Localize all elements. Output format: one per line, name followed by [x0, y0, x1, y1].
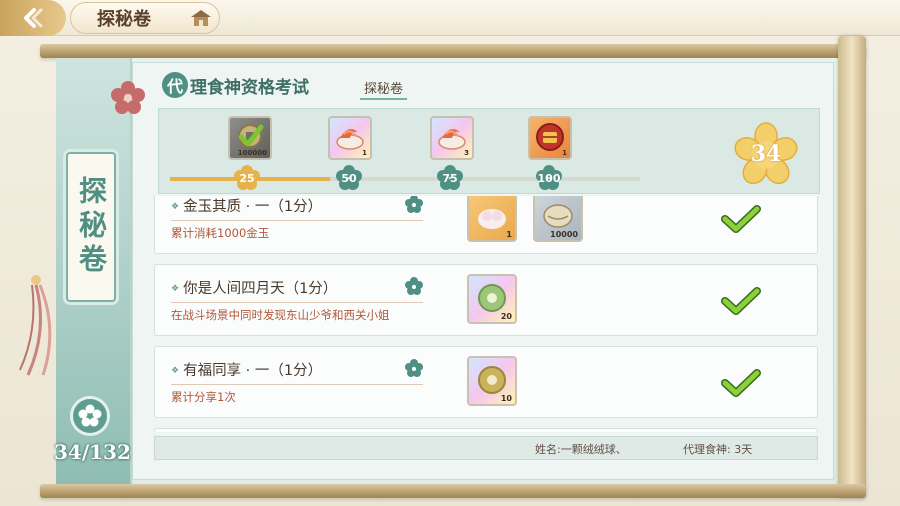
milestone-value: 25: [239, 171, 255, 185]
reward-qty: 10000: [550, 230, 578, 239]
task-name: 有福同享 · 一（1分）: [171, 359, 322, 380]
task-desc: 在战斗场景中同时发现东山少爷和西关小姐: [171, 308, 390, 322]
task-row: 你是人间四月天（1分） 在战斗场景中同时发现东山少爷和西关小姐 20: [154, 264, 818, 336]
milestone-marker: 100: [536, 165, 562, 191]
task-divider: [171, 384, 423, 385]
task-desc: 累计分享1次: [171, 390, 236, 404]
milestone-value: 75: [442, 171, 458, 185]
task-row: [154, 428, 818, 432]
plum-flower-icon: [110, 80, 146, 120]
scroll-bottom-rod: [40, 484, 866, 498]
task-divider: [171, 302, 423, 303]
milestone-marker: 25: [234, 165, 260, 191]
reward-coin-icon[interactable]: 100000: [228, 116, 272, 160]
task-flower-icon: [405, 277, 423, 295]
task-name: 你是人间四月天（1分）: [171, 277, 337, 298]
exam-badge: 代: [162, 72, 188, 98]
reward-qty: 10: [500, 394, 512, 403]
task-desc: 累计消耗1000金玉: [171, 226, 270, 240]
page-title-text: 探秘卷: [97, 9, 151, 30]
reward-qty: 20: [500, 312, 512, 321]
top-bar: 探秘卷: [0, 0, 900, 36]
check-icon: [721, 369, 761, 397]
reward-bun-icon[interactable]: 1: [467, 196, 517, 242]
task-list[interactable]: 金玉其质 · 一（1分） 累计消耗1000金玉 1 10000 你是人间四月天（…: [154, 196, 818, 432]
footer-bar: 姓名:一颗绒绒球、 代理食神: 3天: [154, 436, 818, 460]
score-badge: 34: [734, 122, 798, 186]
back-arrow-icon: [24, 8, 43, 28]
collection-progress: 34/132: [54, 440, 131, 464]
scroll-top-rod: [40, 44, 866, 58]
banner-emblem-icon: [70, 396, 110, 436]
reward-qty: 1: [506, 230, 512, 239]
reward-dish-icon[interactable]: 3: [430, 116, 474, 160]
reward-jade-ring-icon[interactable]: 10: [467, 356, 517, 406]
reward-qty: 1: [562, 149, 567, 157]
reward-qty: 1: [362, 149, 367, 157]
agent-days: 代理食神: 3天: [683, 443, 753, 456]
check-icon: [721, 205, 761, 233]
reward-qty: 3: [464, 149, 469, 157]
home-icon[interactable]: [190, 9, 212, 31]
milestone-value: 50: [341, 171, 357, 185]
exam-title: 代 理食神资格考试: [162, 72, 309, 98]
reward-chest-icon[interactable]: 1: [528, 116, 572, 160]
player-name: 姓名:一颗绒绒球、: [535, 443, 627, 456]
reward-dish-icon[interactable]: 1: [328, 116, 372, 160]
banner-label: 探秘卷: [66, 152, 116, 302]
task-row: 有福同享 · 一（1分） 累计分享1次 10: [154, 346, 818, 418]
exam-title-text: 理食神资格考试: [190, 77, 309, 98]
reward-shell-icon[interactable]: 10000: [533, 196, 583, 242]
milestone-marker: 50: [336, 165, 362, 191]
task-flower-icon: [405, 196, 423, 213]
current-score: 34: [750, 141, 782, 167]
task-flower-icon: [405, 359, 423, 377]
milestone-value: 100: [537, 171, 561, 185]
exam-subtitle-tab[interactable]: 探秘卷: [360, 78, 408, 100]
reward-qty: 100000: [237, 149, 267, 157]
task-row: 金玉其质 · 一（1分） 累计消耗1000金玉 1 10000: [154, 196, 818, 254]
milestone-marker: 75: [437, 165, 463, 191]
reward-jade-ring-icon[interactable]: 20: [467, 274, 517, 324]
task-name: 金玉其质 · 一（1分）: [171, 196, 322, 216]
scroll-right-rod: [838, 36, 866, 498]
back-button[interactable]: [0, 0, 66, 36]
check-icon: [721, 287, 761, 315]
task-divider: [171, 220, 423, 221]
